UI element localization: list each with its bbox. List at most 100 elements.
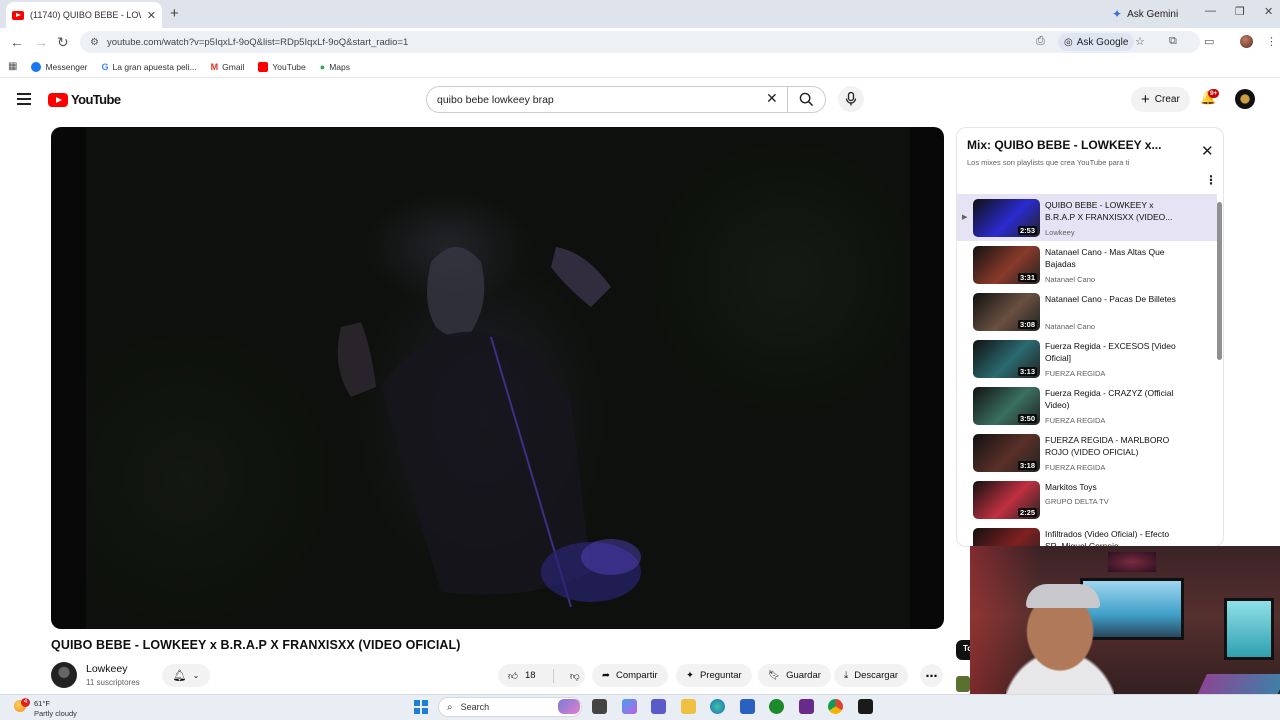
sparkle-icon: ✦: [686, 670, 694, 681]
voice-search-button[interactable]: [838, 86, 864, 112]
edge-icon[interactable]: [710, 699, 725, 714]
close-tab-icon[interactable]: ✕: [147, 9, 156, 22]
account-avatar[interactable]: [1235, 89, 1255, 109]
back-icon[interactable]: ←: [10, 34, 24, 50]
playlist-item[interactable]: 3:50 Fuerza Regida - CRAZYZ (Official Vid…: [957, 382, 1217, 429]
playlist-item[interactable]: Infiltrados (Video Oficial) - Efecto SR,…: [957, 523, 1217, 546]
chrome-menu-icon[interactable]: ⋮: [1266, 35, 1277, 48]
hamburger-menu-icon[interactable]: [17, 93, 31, 108]
ask-button[interactable]: ✦ Preguntar: [676, 664, 752, 687]
duration-badge: 2:25: [1017, 508, 1037, 517]
dislike-button[interactable]: 👎︎: [560, 670, 580, 682]
chrome-icon[interactable]: [828, 699, 843, 714]
app-icon[interactable]: [799, 699, 814, 714]
thumbs-up-icon: 👍︎: [508, 670, 518, 682]
playlist-item-channel: Natanael Cano: [1045, 322, 1096, 331]
apps-grid-icon[interactable]: ▦: [8, 61, 17, 72]
address-bar[interactable]: ⚙ youtube.com/watch?v=p5IqxLf-9oQ&list=R…: [80, 31, 1200, 53]
playlist-menu-icon[interactable]: ⋮: [1205, 173, 1217, 187]
windows-taskbar: 4 61°F Partly cloudy: [0, 694, 1280, 720]
new-tab-button[interactable]: +: [170, 5, 179, 22]
site-info-icon[interactable]: ⚙: [90, 37, 99, 48]
url-text: youtube.com/watch?v=p5IqxLf-9oQ&list=RDp…: [106, 36, 409, 48]
close-playlist-icon[interactable]: ✕: [1201, 142, 1214, 160]
playlist-thumbnail: 2:25: [973, 481, 1040, 519]
browser-tab[interactable]: (11740) QUIBO BEBE - LOWKEEY ✕: [6, 2, 162, 28]
youtube-play-icon: [48, 92, 68, 107]
playlist-items: ▶ 2:53 QUIBO BEBE - LOWKEEY x B.R.A.P X FR…: [957, 194, 1217, 546]
copilot-app-icon[interactable]: [622, 699, 637, 714]
weather-condition: Partly cloudy: [34, 709, 77, 718]
close-window-icon[interactable]: ✕: [1264, 5, 1273, 18]
weather-badge: 4: [21, 698, 30, 707]
video-player[interactable]: [51, 127, 944, 629]
copilot-icon[interactable]: [558, 699, 580, 714]
extensions-icon[interactable]: ⧉: [1169, 35, 1177, 48]
taskbar-search-label: Search: [460, 702, 490, 712]
bookmark-messenger[interactable]: Messenger: [31, 61, 88, 72]
search-button[interactable]: [788, 86, 826, 113]
channel-name[interactable]: Lowkeey: [86, 663, 127, 675]
like-button[interactable]: 👍︎ 18: [498, 668, 554, 683]
playlist-item-title: Natanael Cano - Pacas De Billetes: [1045, 294, 1176, 304]
gmail-icon: M: [210, 61, 219, 72]
playlist-thumbnail: 3:18: [973, 434, 1040, 472]
playlist-item[interactable]: ▶ 2:53 QUIBO BEBE - LOWKEEY x B.R.A.P X FR…: [957, 194, 1217, 241]
playlist-item[interactable]: 2:25 Markitos Toys GRUPO DELTA TV: [957, 476, 1217, 523]
store-icon[interactable]: [740, 699, 755, 714]
search-input[interactable]: quibo bebe lowkeey brap: [426, 86, 788, 113]
ask-google-button[interactable]: ◎ Ask Google: [1058, 33, 1135, 51]
forward-icon[interactable]: →: [34, 34, 48, 50]
save-button[interactable]: 🔖︎ Guardar: [758, 664, 831, 687]
ask-gemini-label: Ask Gemini: [1127, 8, 1179, 20]
create-button[interactable]: + Crear: [1131, 87, 1190, 112]
youtube-header: YouTube quibo bebe lowkeey brap ✕ + Crea…: [0, 80, 1280, 120]
maximize-window-icon[interactable]: ❐: [1235, 5, 1245, 18]
more-actions-button[interactable]: ⋯: [920, 664, 943, 687]
bookmark-label: Maps: [329, 61, 350, 72]
playlist-item[interactable]: 3:31 Natanael Cano - Mas Altas Que Bajada…: [957, 241, 1217, 288]
reload-icon[interactable]: ↻: [57, 34, 69, 51]
bookmark-youtube[interactable]: YouTube: [258, 61, 306, 72]
windows-start-icon[interactable]: [414, 700, 428, 714]
streamer-cap: [1026, 584, 1100, 608]
file-explorer-icon[interactable]: [681, 699, 696, 714]
playlist-item-title: QUIBO BEBE - LOWKEEY x B.R.A.P X FRANXIS…: [1045, 200, 1173, 222]
bookmark-label: Gmail: [222, 61, 245, 72]
duration-badge: 3:31: [1017, 273, 1037, 282]
download-button[interactable]: ⤓ Descargar: [834, 664, 909, 687]
install-app-icon[interactable]: ⎙: [1036, 35, 1045, 48]
teams-icon[interactable]: [651, 699, 666, 714]
playlist-item-channel: Natanael Cano: [1045, 275, 1096, 284]
channel-avatar[interactable]: [51, 662, 77, 688]
youtube-logo[interactable]: YouTube: [48, 92, 121, 107]
sidepanel-icon[interactable]: ▭: [1204, 35, 1214, 48]
bookmark-la-gran-apuesta[interactable]: G La gran apuesta peli...: [102, 62, 197, 72]
bookmark-maps[interactable]: ● Maps: [320, 62, 350, 72]
task-view-icon[interactable]: [592, 699, 607, 714]
playlist-thumbnail: 3:50: [973, 387, 1040, 425]
video-content: [337, 247, 641, 608]
playlist-item[interactable]: 3:13 Fuerza Regida - EXCESOS [Video Ofici…: [957, 335, 1217, 382]
playlist-item-title: FUERZA REGIDA - MARLBORO ROJO (VIDEO OFI…: [1045, 435, 1170, 457]
playlist-item-title: Markitos Toys: [1045, 482, 1097, 492]
mix-playlist-panel: Mix: QUIBO BEBE - LOWKEEY x... Los mixes…: [956, 127, 1224, 547]
xbox-icon[interactable]: [769, 699, 784, 714]
duration-badge: 3:18: [1017, 461, 1037, 470]
clear-search-icon[interactable]: ✕: [766, 90, 778, 107]
browser-profile-avatar[interactable]: [1240, 35, 1253, 48]
playlist-item[interactable]: 3:18 FUERZA REGIDA - MARLBORO ROJO (VIDEO…: [957, 429, 1217, 476]
ask-google-label: Ask Google: [1076, 36, 1129, 48]
ask-gemini-button[interactable]: ✦ Ask Gemini: [1112, 4, 1178, 24]
maps-pin-icon: ●: [319, 61, 326, 72]
minimize-window-icon[interactable]: —: [1205, 5, 1216, 17]
ask-label: Preguntar: [699, 670, 742, 681]
playlist-item[interactable]: 3:08 Natanael Cano - Pacas De Billetes Nat…: [957, 288, 1217, 335]
bookmark-star-icon[interactable]: ☆: [1135, 35, 1145, 48]
playlist-scrollbar[interactable]: [1217, 202, 1222, 360]
bookmark-label: La gran apuesta peli...: [112, 61, 197, 72]
bookmark-gmail[interactable]: M Gmail: [211, 62, 245, 72]
share-button[interactable]: ➦ Compartir: [592, 664, 668, 687]
subscription-bell-button[interactable]: 🔔︎ ⌄: [162, 664, 210, 687]
pinned-app-icon[interactable]: [858, 699, 873, 714]
